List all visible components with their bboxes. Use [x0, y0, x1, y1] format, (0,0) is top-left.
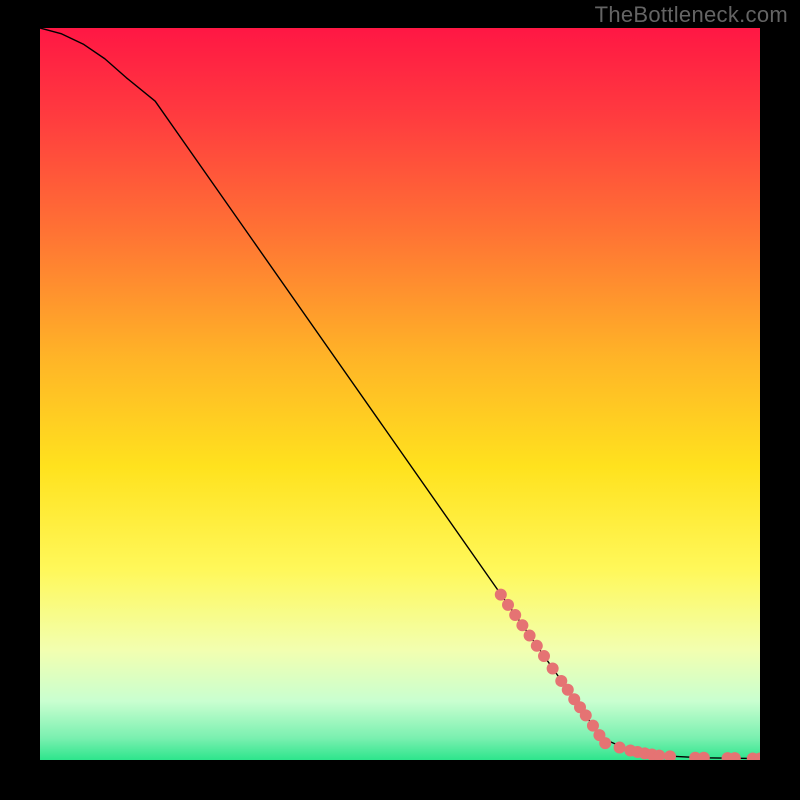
scatter-point	[538, 650, 550, 662]
scatter-point	[580, 709, 592, 721]
scatter-point	[524, 630, 536, 642]
heatmap-background	[40, 28, 760, 760]
scatter-point	[516, 619, 528, 631]
scatter-point	[531, 640, 543, 652]
chart-stage: TheBottleneck.com	[0, 0, 800, 800]
plot-area	[40, 28, 760, 760]
scatter-point	[547, 663, 559, 675]
scatter-point	[509, 609, 521, 621]
watermark-text: TheBottleneck.com	[595, 2, 788, 28]
scatter-point	[502, 599, 514, 611]
scatter-point	[599, 737, 611, 749]
plot-svg	[40, 28, 760, 760]
scatter-point	[495, 589, 507, 601]
scatter-point	[614, 742, 626, 754]
